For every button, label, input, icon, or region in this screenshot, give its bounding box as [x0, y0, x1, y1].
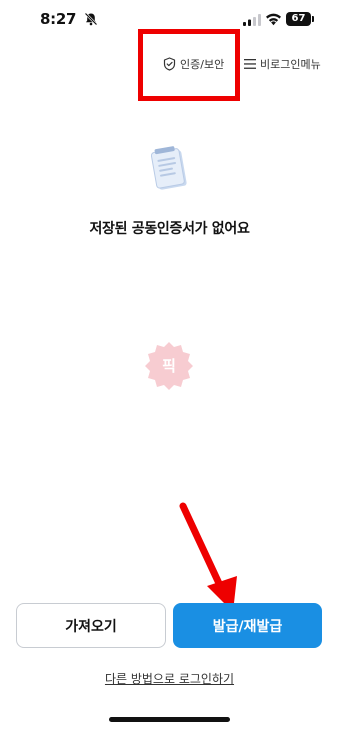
document-icon	[150, 146, 187, 190]
battery-cap	[312, 16, 314, 22]
annotation-arrow	[179, 502, 237, 612]
top-nav: 인증/보안 비로그인메뉴	[0, 52, 339, 82]
battery-level: 67	[291, 13, 306, 24]
status-time: 8:27	[40, 10, 77, 28]
mute-bell-icon	[84, 12, 98, 26]
security-button[interactable]: 인증/보안	[163, 56, 224, 72]
import-button[interactable]: 가져오기	[16, 603, 166, 648]
status-bar: 8:27 67	[0, 0, 339, 40]
wifi-icon	[266, 13, 281, 26]
guest-menu-label: 비로그인메뉴	[260, 58, 321, 71]
guest-menu-button[interactable]: 비로그인메뉴	[244, 56, 321, 72]
security-label: 인증/보안	[180, 58, 225, 71]
shield-check-icon	[163, 57, 176, 71]
battery-icon: 67	[286, 12, 314, 26]
hamburger-icon	[244, 59, 256, 69]
watermark-badge: 픽	[143, 340, 195, 392]
other-login-link[interactable]: 다른 방법으로 로그인하기	[0, 670, 339, 687]
empty-state-message: 저장된 공동인증서가 없어요	[89, 221, 250, 237]
home-indicator[interactable]	[109, 717, 230, 722]
watermark-text: 픽	[162, 357, 176, 375]
issue-reissue-button[interactable]: 발급/재발급	[173, 603, 322, 648]
signal-icon	[243, 14, 261, 26]
